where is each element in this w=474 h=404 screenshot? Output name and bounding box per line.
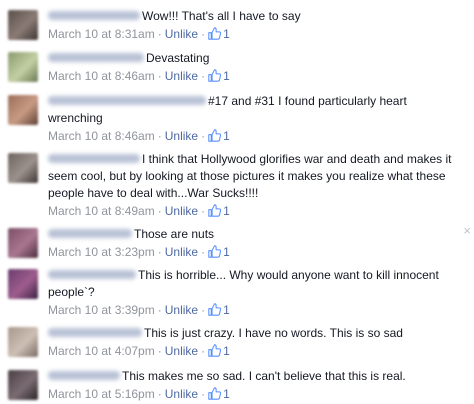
like-count[interactable]: 1 — [223, 303, 230, 317]
thumbs-up-icon[interactable] — [208, 344, 222, 357]
avatar[interactable] — [8, 327, 38, 357]
unlike-button[interactable]: Unlike — [165, 129, 198, 143]
avatar[interactable] — [8, 228, 38, 258]
comment-timestamp[interactable]: March 10 at 8:31am — [48, 27, 155, 41]
avatar[interactable] — [8, 269, 38, 299]
comment-meta: March 10 at 4:07pm · Unlike · 1 — [48, 344, 230, 358]
comment-timestamp[interactable]: March 10 at 3:23pm — [48, 245, 155, 259]
unlike-button[interactable]: Unlike — [165, 344, 198, 358]
comment-timestamp[interactable]: March 10 at 8:46am — [48, 69, 155, 83]
comment-text: Those are nuts — [134, 227, 215, 241]
thumbs-up-icon[interactable] — [208, 387, 222, 400]
comment-timestamp[interactable]: March 10 at 8:49am — [48, 204, 155, 218]
comment-text: Devastating — [146, 51, 210, 65]
comment-meta: March 10 at 8:49am · Unlike · 1 — [48, 204, 230, 218]
thumbs-up-icon[interactable] — [208, 69, 222, 82]
comment-text: Wow!!! That's all I have to say — [142, 9, 301, 23]
avatar[interactable] — [8, 52, 38, 82]
unlike-button[interactable]: Unlike — [165, 27, 198, 41]
close-icon[interactable]: × — [463, 224, 471, 237]
thumbs-up-icon[interactable] — [208, 204, 222, 217]
thumbs-up-icon[interactable] — [208, 129, 222, 142]
thumbs-up-icon[interactable] — [208, 245, 222, 258]
avatar[interactable] — [8, 95, 38, 125]
avatar[interactable] — [8, 153, 38, 183]
like-count[interactable]: 1 — [223, 387, 230, 401]
like-count[interactable]: 1 — [223, 245, 230, 259]
comment-timestamp[interactable]: March 10 at 4:07pm — [48, 344, 155, 358]
unlike-button[interactable]: Unlike — [165, 303, 198, 317]
comment-meta: March 10 at 3:39pm · Unlike · 1 — [48, 303, 230, 317]
commenter-name[interactable] — [48, 229, 132, 238]
thumbs-up-icon[interactable] — [208, 303, 222, 316]
comment-meta: March 10 at 8:31am · Unlike · 1 — [48, 27, 230, 41]
comment-text: This makes me so sad. I can't believe th… — [122, 369, 406, 383]
comment-meta: March 10 at 5:16pm · Unlike · 1 — [48, 387, 230, 401]
unlike-button[interactable]: Unlike — [165, 245, 198, 259]
comment-timestamp[interactable]: March 10 at 3:39pm — [48, 303, 155, 317]
commenter-name[interactable] — [48, 371, 120, 380]
like-count[interactable]: 1 — [223, 27, 230, 41]
like-count[interactable]: 1 — [223, 204, 230, 218]
like-count[interactable]: 1 — [223, 129, 230, 143]
avatar[interactable] — [8, 10, 38, 40]
commenter-name[interactable] — [48, 96, 206, 105]
commenter-name[interactable] — [48, 328, 142, 337]
comment-text: This is just crazy. I have no words. Thi… — [144, 326, 403, 340]
commenter-name[interactable] — [48, 270, 136, 279]
comment-timestamp[interactable]: March 10 at 5:16pm — [48, 387, 155, 401]
unlike-button[interactable]: Unlike — [165, 387, 198, 401]
like-count[interactable]: 1 — [223, 344, 230, 358]
comment-timestamp[interactable]: March 10 at 8:46am — [48, 129, 155, 143]
commenter-name[interactable] — [48, 11, 140, 20]
like-count[interactable]: 1 — [223, 69, 230, 83]
avatar[interactable] — [8, 370, 38, 400]
thumbs-up-icon[interactable] — [208, 27, 222, 40]
unlike-button[interactable]: Unlike — [165, 69, 198, 83]
commenter-name[interactable] — [48, 53, 144, 62]
comment-meta: March 10 at 8:46am · Unlike · 1 — [48, 69, 230, 83]
comment-meta: March 10 at 8:46am · Unlike · 1 — [48, 129, 230, 143]
commenter-name[interactable] — [48, 154, 140, 163]
unlike-button[interactable]: Unlike — [165, 204, 198, 218]
comment-meta: March 10 at 3:23pm · Unlike · 1 — [48, 245, 230, 259]
